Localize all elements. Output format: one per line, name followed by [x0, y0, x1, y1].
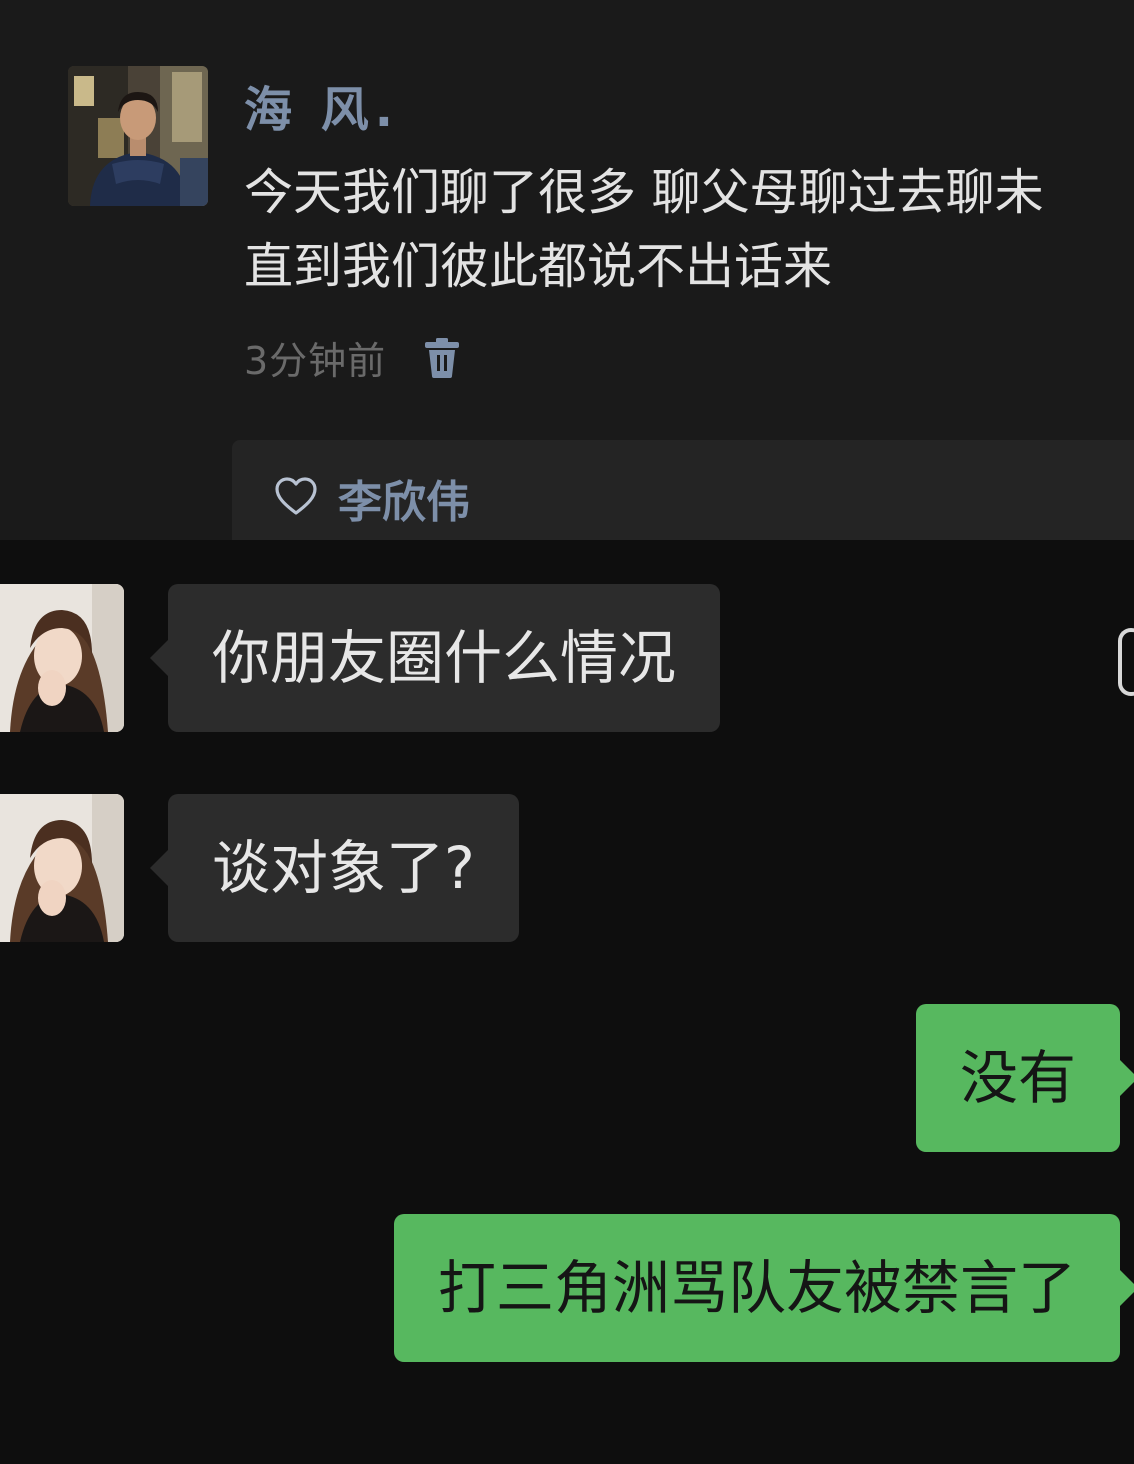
chat-message-incoming: 你朋友圈什么情况 [0, 584, 760, 732]
chat-message-outgoing: 没有 [880, 1004, 1134, 1152]
contact-avatar[interactable] [0, 794, 124, 942]
message-bubble[interactable]: 没有 [915, 1004, 1134, 1152]
chat-message-incoming: 谈对象了? [0, 794, 560, 942]
author-avatar-photo [68, 66, 208, 206]
moment-timestamp: 3分钟前 [244, 339, 387, 383]
message-bubble[interactable]: 谈对象了? [150, 794, 519, 942]
chat-area: 你朋友圈什么情况 谈对象了? 没有 打三角洲骂队友被禁言了 [0, 540, 1134, 1464]
contact-avatar-photo [0, 584, 124, 732]
message-bubble[interactable]: 打三角洲骂队友被禁言了 [393, 1214, 1134, 1362]
author-name[interactable]: 海 风. [244, 70, 399, 140]
moment-meta: 3分钟前 [244, 330, 460, 385]
moment-text-line-1: 今天我们聊了很多 聊父母聊过去聊未 [244, 164, 1044, 221]
chat-message-outgoing: 打三角洲骂队友被禁言了 [340, 1214, 1134, 1362]
liked-by-name[interactable]: 李欣伟 [338, 466, 470, 530]
contact-avatar[interactable] [0, 584, 124, 732]
message-bubble[interactable]: 你朋友圈什么情况 [149, 584, 721, 732]
moment-post: 海 风. 今天我们聊了很多 聊父母聊过去聊未 直到我们彼此都说不出话来 3分钟前… [0, 0, 1134, 540]
heart-icon [275, 477, 317, 515]
trash-icon[interactable] [424, 337, 460, 378]
likes-section: 李欣伟 [232, 440, 1134, 540]
moment-text: 今天我们聊了很多 聊父母聊过去聊未 直到我们彼此都说不出话来 [244, 156, 1134, 306]
contact-avatar-photo [0, 794, 124, 942]
my-avatar-edge [1118, 628, 1134, 696]
author-avatar[interactable] [68, 66, 208, 206]
moment-text-line-2: 直到我们彼此都说不出话来 [244, 238, 833, 295]
